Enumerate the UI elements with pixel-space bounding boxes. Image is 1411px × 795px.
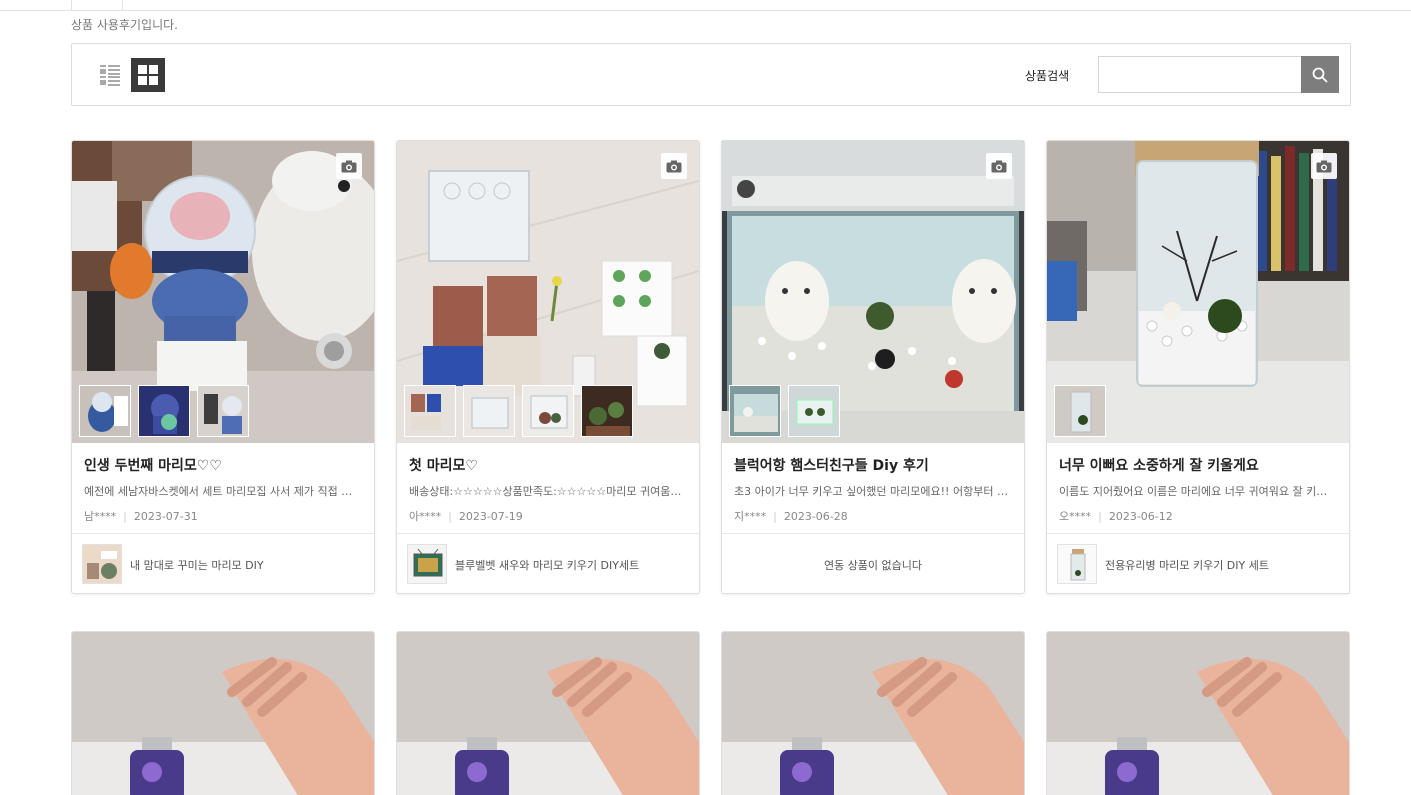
photo-thumbnails xyxy=(79,385,249,437)
page-subtitle: 상품 사용후기입니다. xyxy=(71,18,178,32)
review-title[interactable]: 블럭어항 햄스터친구들 Diy 후기 xyxy=(734,455,1014,475)
review-card[interactable] xyxy=(396,631,700,795)
review-toolbar: 상품검색 xyxy=(71,43,1351,106)
product-thumbnail[interactable] xyxy=(82,544,122,584)
photo-thumbnails xyxy=(404,385,633,437)
review-author: 지**** xyxy=(734,510,767,523)
photo-thumbnail[interactable] xyxy=(1054,385,1106,437)
review-photo[interactable] xyxy=(1047,141,1349,443)
review-meta: 지**** | 2023-06-28 xyxy=(734,510,848,523)
review-author: 아**** xyxy=(409,510,442,523)
linked-product[interactable]: 내 맘대로 꾸미는 마리모 DIY xyxy=(72,533,374,593)
linked-product[interactable]: 전용유리병 마리모 키우기 DIY 세트 xyxy=(1047,533,1349,593)
photo-thumbnail[interactable] xyxy=(138,385,190,437)
camera-icon xyxy=(986,153,1012,179)
review-title[interactable]: 너무 이뻐요 소중하게 잘 키울게요 xyxy=(1059,455,1339,475)
review-card[interactable]: 너무 이뻐요 소중하게 잘 키울게요 이름도 지어줬어요 이름은 마리에요 너무… xyxy=(1046,140,1350,594)
top-nav-divider xyxy=(122,0,123,11)
review-title[interactable]: 첫 마리모♡ xyxy=(409,455,689,475)
review-photo[interactable] xyxy=(397,632,699,795)
review-meta: 남**** | 2023-07-31 xyxy=(84,510,198,523)
review-card[interactable] xyxy=(71,631,375,795)
review-photo[interactable] xyxy=(1047,632,1349,795)
product-thumbnail[interactable] xyxy=(1057,544,1097,584)
review-card[interactable] xyxy=(721,631,1025,795)
top-nav-border xyxy=(0,0,1411,11)
photo-thumbnail[interactable] xyxy=(522,385,574,437)
photo-thumbnails xyxy=(1054,385,1106,437)
photo-thumbnails xyxy=(729,385,840,437)
photo-thumbnail[interactable] xyxy=(788,385,840,437)
review-card[interactable] xyxy=(1046,631,1350,795)
review-card[interactable]: 블럭어항 햄스터친구들 Diy 후기 초3 아이가 너무 키우고 싶어했던 마리… xyxy=(721,140,1025,594)
grid-view-icon[interactable] xyxy=(131,58,165,92)
review-excerpt: 예전에 세남자바스켓에서 세트 마리모집 사서 제가 직접 색칠하고 꾸며서 너… xyxy=(84,485,360,498)
review-card[interactable]: 첫 마리모♡ 배송상태:☆☆☆☆☆상품만족도:☆☆☆☆☆마리모 귀여움:☆☆☆☆… xyxy=(396,140,700,594)
photo-thumbnail[interactable] xyxy=(197,385,249,437)
review-photo[interactable] xyxy=(397,141,699,443)
search-label: 상품검색 xyxy=(1025,69,1070,83)
camera-icon xyxy=(661,153,687,179)
review-date: 2023-07-31 xyxy=(133,510,198,523)
review-meta: 아**** | 2023-07-19 xyxy=(409,510,523,523)
top-nav-divider xyxy=(71,0,72,11)
review-date: 2023-06-28 xyxy=(783,510,848,523)
review-date: 2023-07-19 xyxy=(458,510,523,523)
search-button[interactable] xyxy=(1301,56,1339,93)
review-photo[interactable] xyxy=(722,632,1024,795)
camera-icon xyxy=(336,153,362,179)
linked-product: 연동 상품이 없습니다 xyxy=(722,533,1024,593)
photo-thumbnail[interactable] xyxy=(463,385,515,437)
linked-product[interactable]: 블루벨벳 새우와 마리모 키우기 DIY세트 xyxy=(397,533,699,593)
review-date: 2023-06-12 xyxy=(1108,510,1173,523)
camera-icon xyxy=(1311,153,1337,179)
product-name[interactable]: 내 맘대로 꾸미는 마리모 DIY xyxy=(130,557,264,573)
photo-thumbnail[interactable] xyxy=(404,385,456,437)
review-title[interactable]: 인생 두번째 마리모♡♡ xyxy=(84,455,364,475)
search-input[interactable] xyxy=(1098,56,1302,93)
photo-thumbnail[interactable] xyxy=(79,385,131,437)
no-linked-product: 연동 상품이 없습니다 xyxy=(823,559,923,572)
review-photo[interactable] xyxy=(722,141,1024,443)
product-name[interactable]: 블루벨벳 새우와 마리모 키우기 DIY세트 xyxy=(455,557,639,573)
review-card[interactable]: 인생 두번째 마리모♡♡ 예전에 세남자바스켓에서 세트 마리모집 사서 제가 … xyxy=(71,140,375,594)
review-excerpt: 초3 아이가 너무 키우고 싶어했던 마리모에요!! 어항부터 본인이 직접 꾸… xyxy=(734,485,1010,498)
photo-thumbnail[interactable] xyxy=(581,385,633,437)
review-photo[interactable] xyxy=(72,141,374,443)
list-view-icon[interactable] xyxy=(100,64,122,86)
review-author: 남**** xyxy=(84,510,117,523)
product-thumbnail[interactable] xyxy=(407,544,447,584)
photo-thumbnail[interactable] xyxy=(729,385,781,437)
search-icon xyxy=(1312,67,1328,82)
review-author: 오**** xyxy=(1059,510,1092,523)
review-excerpt: 배송상태:☆☆☆☆☆상품만족도:☆☆☆☆☆마리모 귀여움:☆☆☆☆☆ xyxy=(409,485,685,498)
review-excerpt: 이름도 지어줬어요 이름은 마리에요 너무 귀여워요 잘 키울게요 xyxy=(1059,485,1335,498)
review-photo[interactable] xyxy=(72,632,374,795)
product-name[interactable]: 전용유리병 마리모 키우기 DIY 세트 xyxy=(1105,557,1269,573)
review-meta: 오**** | 2023-06-12 xyxy=(1059,510,1173,523)
